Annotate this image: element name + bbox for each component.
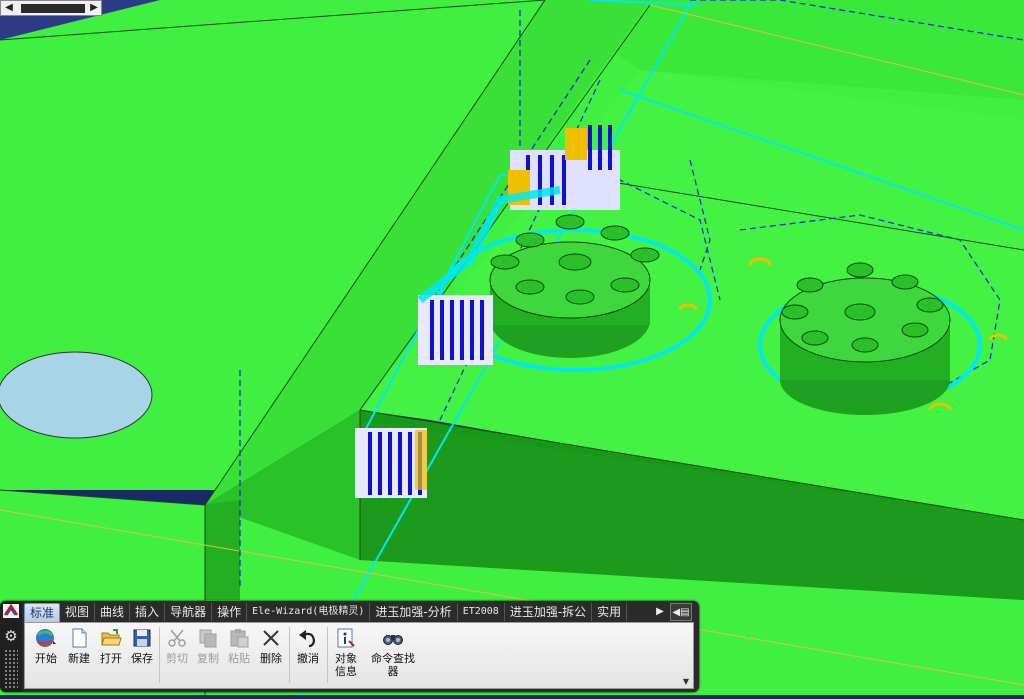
cut-button[interactable]: 剪切 <box>163 627 191 665</box>
hatch-cluster-1 <box>355 428 427 498</box>
delete-label: 删除 <box>260 652 282 665</box>
open-label: 打开 <box>100 652 122 665</box>
save-disk-icon <box>131 627 153 649</box>
ribbon-grip[interactable] <box>4 649 18 689</box>
object-info-icon <box>335 627 357 649</box>
ribbon-tabs: 标准 视图 曲线 插入 导航器 操作 Ele-Wizard(电极精灵) 进玉加强-分析 ET20… <box>24 603 696 622</box>
delete-button[interactable]: 删除 <box>257 627 285 665</box>
gear-icon[interactable]: ⚙ <box>3 628 19 644</box>
command-finder-button[interactable]: 命令查找 器 <box>367 627 419 678</box>
copy-label: 复制 <box>197 652 219 665</box>
command-finder-label-2: 器 <box>387 665 399 678</box>
start-label: 开始 <box>35 652 57 665</box>
paste-label: 粘贴 <box>228 652 250 665</box>
object-info-button[interactable]: 对象 信息 <box>330 627 362 678</box>
new-file-icon <box>68 627 90 649</box>
hole-face <box>0 351 153 439</box>
object-info-label-2: 信息 <box>335 665 357 678</box>
separator <box>289 627 290 683</box>
tab-10[interactable]: 实用 <box>592 603 628 621</box>
save-label: 保存 <box>131 652 153 665</box>
tab-4[interactable]: 导航器 <box>165 603 213 621</box>
open-button[interactable]: 打开 <box>97 627 125 665</box>
tab-6[interactable]: Ele-Wizard(电极精灵) <box>247 603 371 621</box>
scrollbar-thumb[interactable] <box>21 4 85 13</box>
paste-button[interactable]: 粘贴 <box>225 627 253 665</box>
binoculars-icon <box>382 627 404 649</box>
new-button[interactable]: 新建 <box>65 627 93 665</box>
new-label: 新建 <box>68 652 90 665</box>
panel-expand-icon[interactable]: ▼ <box>683 677 689 686</box>
ribbon-minimize-icon[interactable]: ◀▤ <box>670 603 692 621</box>
tab-1[interactable]: 视图 <box>60 603 96 621</box>
undo-label: 撤消 <box>297 652 319 665</box>
save-button[interactable]: 保存 <box>128 627 156 665</box>
ribbon-toolbar: ⚙ 标准 视图 曲线 插入 导航器 操作 Ele-Wizard(电极精灵) 进玉加强-分析 ET… <box>0 601 699 692</box>
tab-9[interactable]: 进玉加强-拆公 <box>505 603 593 621</box>
scissors-icon <box>166 627 188 649</box>
cad-model-view[interactable] <box>0 0 1024 696</box>
nx-app-icon[interactable] <box>3 604 19 618</box>
ribbon-side-strip: ⚙ <box>0 601 22 692</box>
hatch-cluster-2 <box>418 295 493 365</box>
tab-2[interactable]: 曲线 <box>95 603 131 621</box>
tab-scroll-right-icon[interactable]: ▶ <box>654 603 666 621</box>
tab-0[interactable]: 标准 <box>24 603 61 622</box>
tab-7[interactable]: 进玉加强-分析 <box>370 603 458 621</box>
paste-icon <box>228 627 250 649</box>
start-button[interactable]: 开始 <box>29 627 63 665</box>
separator <box>159 627 160 683</box>
tab-3[interactable]: 插入 <box>130 603 166 621</box>
command-finder-label-1: 命令查找 <box>371 652 415 665</box>
undo-arrow-icon <box>297 627 319 649</box>
separator <box>327 627 328 683</box>
scroll-left-icon[interactable]: ◀ <box>2 2 16 14</box>
open-folder-icon <box>100 627 122 649</box>
copy-button[interactable]: 复制 <box>194 627 222 665</box>
start-globe-icon <box>35 627 57 649</box>
ribbon-panel: 开始 新建 打开 保存 剪切 复制 粘贴 删除 撤消 对象 信息 命令查找 器 … <box>24 622 694 689</box>
scroll-right-icon[interactable]: ▶ <box>87 2 101 14</box>
cad-graphics-viewport[interactable] <box>0 0 1024 696</box>
cut-label: 剪切 <box>166 652 188 665</box>
delete-x-icon <box>260 627 282 649</box>
tab-5[interactable]: 操作 <box>212 603 248 621</box>
copy-icon <box>197 627 219 649</box>
undo-button[interactable]: 撤消 <box>293 627 323 665</box>
tab-8[interactable]: ET2008 <box>458 603 505 621</box>
object-info-label-1: 对象 <box>335 652 357 665</box>
horizontal-scrollbar[interactable]: ◀ ▶ <box>0 0 102 16</box>
